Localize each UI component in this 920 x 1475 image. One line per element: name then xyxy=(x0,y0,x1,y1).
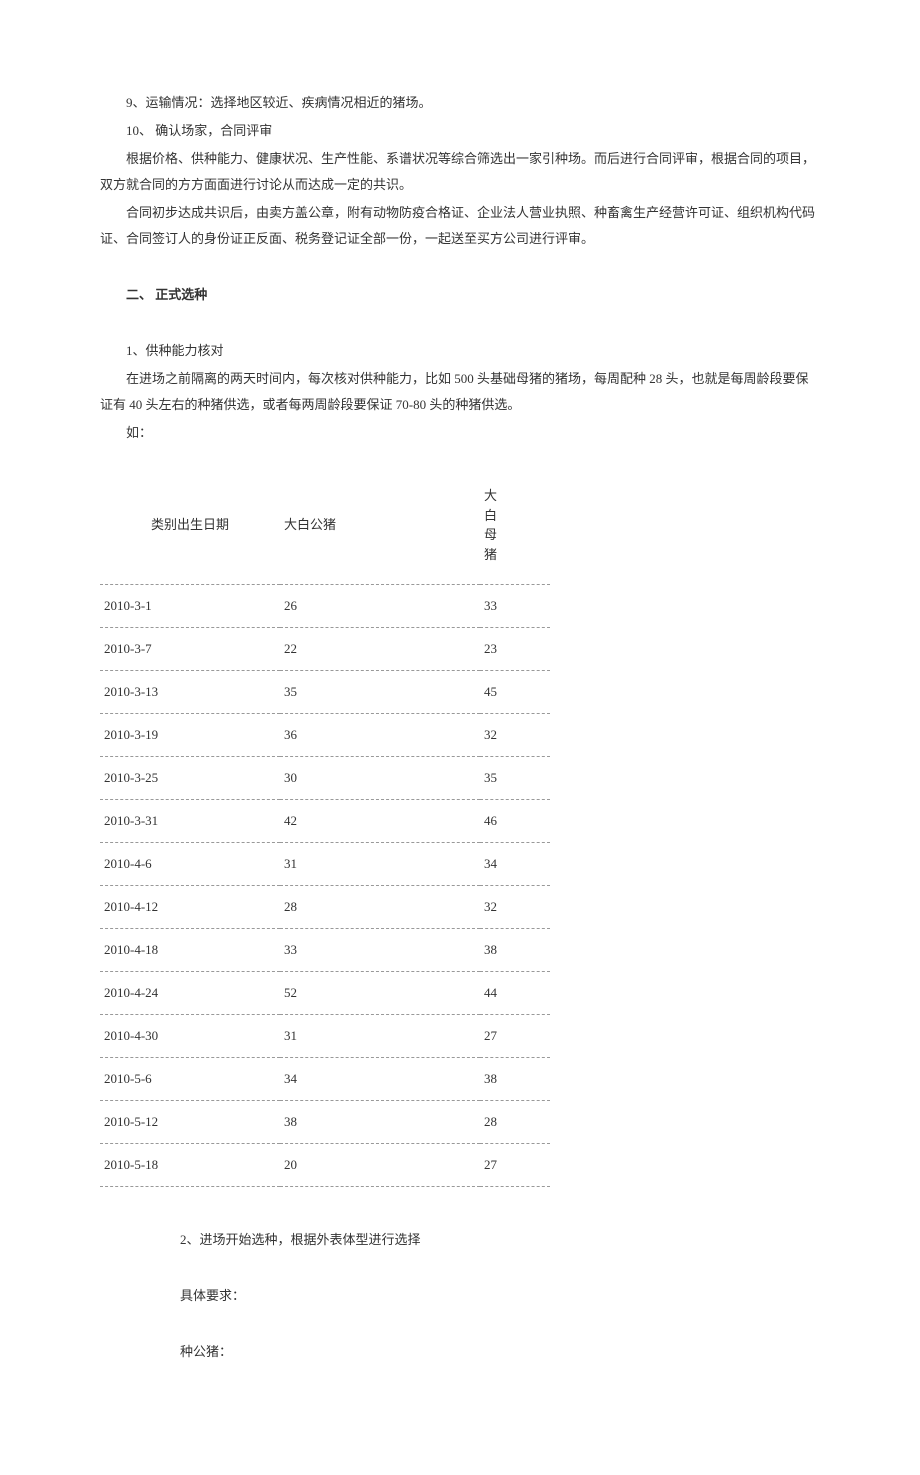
table-row: 2010-5-182027 xyxy=(100,1144,550,1187)
table-cell-female: 45 xyxy=(480,671,550,714)
table-cell-date: 2010-5-6 xyxy=(100,1058,280,1101)
table-cell-male: 33 xyxy=(280,929,480,972)
table-row: 2010-3-72223 xyxy=(100,628,550,671)
table-cell-date: 2010-3-25 xyxy=(100,757,280,800)
table-row: 2010-4-63134 xyxy=(100,843,550,886)
table-cell-female: 38 xyxy=(480,929,550,972)
table-cell-date: 2010-4-6 xyxy=(100,843,280,886)
section-2b: 2、进场开始选种，根据外表体型进行选择 具体要求： 种公猪： xyxy=(180,1227,820,1365)
table-cell-date: 2010-3-13 xyxy=(100,671,280,714)
supply-capacity-table: 类别出生日期 大白公猪 大 白 母 猪 2010-3-126332010-3-7… xyxy=(100,466,550,1187)
paragraph-item-10: 10、 确认场家，合同评审 xyxy=(100,118,820,144)
table-cell-date: 2010-4-18 xyxy=(100,929,280,972)
female-char-4: 猪 xyxy=(484,547,497,562)
table-cell-female: 27 xyxy=(480,1144,550,1187)
table-row: 2010-3-12633 xyxy=(100,585,550,628)
paragraph-desc-2: 合同初步达成共识后，由卖方盖公章，附有动物防疫合格证、企业法人营业执照、种畜禽生… xyxy=(100,200,820,252)
table-row: 2010-3-314246 xyxy=(100,800,550,843)
table-cell-date: 2010-3-19 xyxy=(100,714,280,757)
table-cell-male: 26 xyxy=(280,585,480,628)
table-cell-female: 33 xyxy=(480,585,550,628)
paragraph-desc-1: 根据价格、供种能力、健康状况、生产性能、系谱状况等综合筛选出一家引种场。而后进行… xyxy=(100,146,820,198)
table-row: 2010-3-193632 xyxy=(100,714,550,757)
table-cell-date: 2010-5-12 xyxy=(100,1101,280,1144)
table-body: 2010-3-126332010-3-722232010-3-133545201… xyxy=(100,585,550,1187)
table-cell-male: 34 xyxy=(280,1058,480,1101)
section-2-item-2: 2、进场开始选种，根据外表体型进行选择 xyxy=(180,1227,820,1253)
table-header-row: 类别出生日期 大白公猪 大 白 母 猪 xyxy=(100,466,550,585)
table-cell-date: 2010-4-24 xyxy=(100,972,280,1015)
table-cell-male: 31 xyxy=(280,843,480,886)
table-cell-female: 34 xyxy=(480,843,550,886)
table-cell-female: 46 xyxy=(480,800,550,843)
table-cell-male: 31 xyxy=(280,1015,480,1058)
table-cell-male: 42 xyxy=(280,800,480,843)
table-cell-female: 44 xyxy=(480,972,550,1015)
table-cell-female: 35 xyxy=(480,757,550,800)
table-cell-male: 36 xyxy=(280,714,480,757)
table-cell-female: 32 xyxy=(480,886,550,929)
table-cell-date: 2010-3-31 xyxy=(100,800,280,843)
requirements-label: 具体要求： xyxy=(180,1283,820,1309)
table-cell-male: 20 xyxy=(280,1144,480,1187)
table-cell-female: 23 xyxy=(480,628,550,671)
table-cell-female: 32 xyxy=(480,714,550,757)
female-char-2: 白 xyxy=(484,508,497,523)
table-cell-male: 28 xyxy=(280,886,480,929)
table-header-date: 类别出生日期 xyxy=(100,466,280,585)
table-cell-male: 30 xyxy=(280,757,480,800)
table-row: 2010-4-122832 xyxy=(100,886,550,929)
table-cell-male: 38 xyxy=(280,1101,480,1144)
table-row: 2010-3-253035 xyxy=(100,757,550,800)
table-cell-date: 2010-4-12 xyxy=(100,886,280,929)
table-header-female: 大 白 母 猪 xyxy=(480,466,550,585)
table-cell-date: 2010-4-30 xyxy=(100,1015,280,1058)
table-cell-date: 2010-5-18 xyxy=(100,1144,280,1187)
table-cell-female: 38 xyxy=(480,1058,550,1101)
example-label: 如： xyxy=(100,420,820,446)
female-char-3: 母 xyxy=(484,527,497,542)
table-cell-female: 28 xyxy=(480,1101,550,1144)
table-row: 2010-5-63438 xyxy=(100,1058,550,1101)
table-cell-male: 35 xyxy=(280,671,480,714)
table-row: 2010-5-123828 xyxy=(100,1101,550,1144)
table-row: 2010-3-133545 xyxy=(100,671,550,714)
table-cell-date: 2010-3-7 xyxy=(100,628,280,671)
table-cell-female: 27 xyxy=(480,1015,550,1058)
boar-label: 种公猪： xyxy=(180,1339,820,1365)
table-cell-date: 2010-3-1 xyxy=(100,585,280,628)
section-2-title: 二、 正式选种 xyxy=(100,282,820,308)
table-row: 2010-4-303127 xyxy=(100,1015,550,1058)
table-row: 2010-4-183338 xyxy=(100,929,550,972)
table-cell-male: 52 xyxy=(280,972,480,1015)
female-char-1: 大 xyxy=(484,488,497,503)
table-row: 2010-4-245244 xyxy=(100,972,550,1015)
paragraph-item-9: 9、运输情况：选择地区较近、疾病情况相近的猪场。 xyxy=(100,90,820,116)
table-header-male: 大白公猪 xyxy=(280,466,480,585)
section-2-desc-1: 在进场之前隔离的两天时间内，每次核对供种能力，比如 500 头基础母猪的猪场，每… xyxy=(100,366,820,418)
section-2-item-1: 1、供种能力核对 xyxy=(100,338,820,364)
table-cell-male: 22 xyxy=(280,628,480,671)
